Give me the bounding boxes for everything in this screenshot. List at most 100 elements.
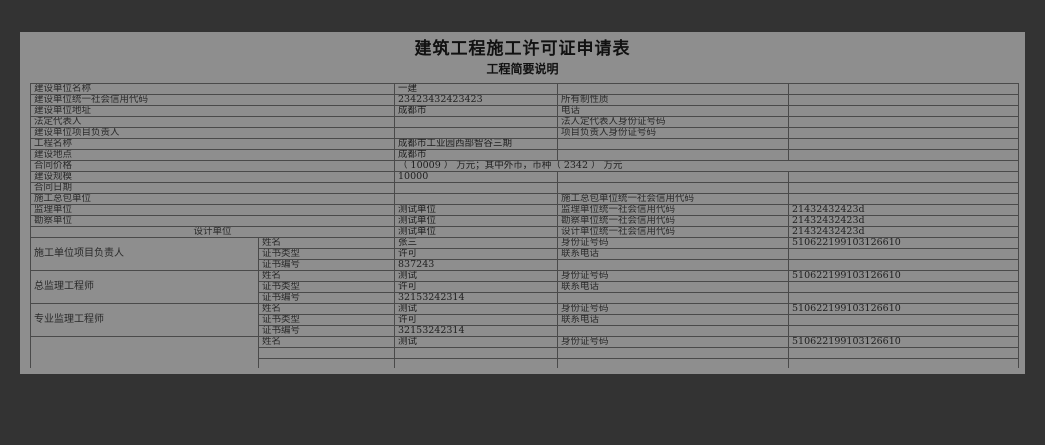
row-label: 建设地点	[29, 149, 396, 161]
form-row: 勘察单位 测试单位 勘察单位统一社会信用代码 21432432423d	[29, 215, 1020, 227]
person-row: 施工单位项目负责人 姓名 张三 身份证号码 510622199103126610	[30, 237, 1020, 271]
row-label-secondary: 法人定代表人身份证号码	[557, 116, 790, 128]
form-row: 法定代表人 法人定代表人身份证号码	[29, 116, 1020, 128]
row-label: 建设单位项目负责人	[29, 127, 396, 139]
row-label-secondary	[557, 138, 790, 150]
form-row: 建设规模 10000	[29, 171, 1020, 183]
row-value: 10000	[394, 171, 559, 183]
row-value: 成都市	[394, 105, 559, 117]
empty-cell	[788, 259, 1020, 271]
cert-type: 许可	[394, 248, 559, 260]
row-label: 勘察单位	[29, 215, 396, 227]
person-role: 专业监理工程师	[30, 303, 259, 337]
row-label: 建设规模	[29, 171, 396, 183]
form-title: 建筑工程施工许可证申请表	[414, 39, 631, 59]
id-label: 身份证号码	[557, 303, 790, 315]
cert-no-label: 证书编号	[257, 259, 396, 271]
empty-cell	[788, 292, 1020, 304]
form-row: 合同日期	[29, 182, 1020, 194]
empty-cell	[557, 325, 790, 337]
form-row: 施工总包单位 施工总包单位统一社会信用代码	[29, 193, 1020, 205]
id-label: 身份证号码	[557, 336, 790, 348]
cert-type: 许可	[394, 281, 559, 293]
row-value: 23423432423423	[394, 94, 559, 106]
name-label: 姓名	[257, 237, 396, 249]
row-label: 建设单位名称	[29, 83, 396, 95]
empty-cell	[557, 259, 790, 271]
cert-number: 32153242314	[394, 292, 559, 304]
form-row: 建设单位项目负责人 项目负责人身份证号码	[29, 127, 1020, 139]
row-label: 建设单位地址	[29, 105, 396, 117]
row-value-secondary	[788, 182, 1020, 194]
row-value-secondary	[788, 171, 1020, 183]
person-name: 张三	[394, 237, 559, 249]
empty-cell	[557, 292, 790, 304]
id-number: 510622199103126610	[788, 303, 1020, 315]
person-role	[30, 336, 259, 370]
row-label-secondary: 设计单位统一社会信用代码	[557, 226, 790, 238]
row-value: 测试单位	[394, 226, 559, 238]
row-value: 测试单位	[394, 204, 559, 216]
person-name: 测试	[394, 270, 559, 282]
row-label-secondary: 施工总包单位统一社会信用代码	[557, 193, 790, 205]
cert-no-label: 证书编号	[257, 292, 396, 304]
row-value	[394, 193, 559, 205]
person-name: 测试	[394, 303, 559, 315]
document-sheet: 建筑工程施工许可证申请表 工程简要说明 建设单位名称 一建 建设单位统一社会信用代码…	[20, 32, 1025, 374]
row-value	[394, 116, 559, 128]
person-role: 施工单位项目负责人	[30, 237, 259, 271]
cert-number: 32153242314	[394, 325, 559, 337]
row-value	[394, 127, 559, 139]
phone-label: 联系电话	[557, 314, 790, 326]
cert-type: 许可	[394, 314, 559, 326]
row-label: 监理单位	[29, 204, 396, 216]
row-value: 测试单位	[394, 215, 559, 227]
row-label-secondary: 勘察单位统一社会信用代码	[557, 215, 790, 227]
row-label-secondary: 监理单位统一社会信用代码	[557, 204, 790, 216]
person-row: 总监理工程师 姓名 测试 身份证号码 510622199103126610	[30, 270, 1020, 304]
application-form-table: 建设单位名称 一建 建设单位统一社会信用代码 23423432423423 所有制性质建…	[29, 83, 1020, 370]
row-value-secondary	[788, 127, 1020, 139]
name-label: 姓名	[257, 336, 396, 348]
form-row: 工程名称 成都市工业园西部智谷三期	[29, 138, 1020, 150]
row-label-secondary	[557, 149, 790, 161]
row-value-secondary	[788, 193, 1020, 205]
row-label: 合同日期	[29, 182, 396, 194]
person-role: 总监理工程师	[30, 270, 259, 304]
row-value-secondary	[788, 116, 1020, 128]
phone-label: 联系电话	[557, 248, 790, 260]
cert-no-label: 证书编号	[257, 325, 396, 337]
top-background	[0, 0, 1045, 32]
row-value: 成都市工业园西部智谷三期	[394, 138, 559, 150]
id-number: 510622199103126610	[788, 270, 1020, 282]
name-label: 姓名	[257, 270, 396, 282]
cert-type-label	[257, 347, 396, 359]
id-number: 510622199103126610	[788, 237, 1020, 249]
row-value-secondary	[788, 94, 1020, 106]
row-label: 工程名称	[29, 138, 396, 150]
row-value-secondary	[788, 138, 1020, 150]
bottom-background	[0, 374, 1045, 445]
person-name: 测试	[394, 336, 559, 348]
cert-type-label: 证书类型	[257, 281, 396, 293]
row-label-secondary: 项目负责人身份证号码	[557, 127, 790, 139]
cert-type-label: 证书类型	[257, 314, 396, 326]
id-label: 身份证号码	[557, 270, 790, 282]
phone-value	[788, 314, 1020, 326]
row-label: 合同价格	[29, 160, 396, 172]
form-row: 建设地点 成都市	[29, 149, 1020, 161]
row-value-secondary	[788, 105, 1020, 117]
row-label-secondary	[557, 171, 790, 183]
row-value	[394, 182, 559, 194]
row-value: 成都市	[394, 149, 559, 161]
phone-value	[788, 281, 1020, 293]
row-value-secondary	[788, 83, 1020, 95]
person-row: 专业监理工程师 姓名 测试 身份证号码 510622199103126610	[30, 303, 1020, 337]
name-label: 姓名	[257, 303, 396, 315]
form-row: 建设单位名称 一建	[29, 83, 1020, 95]
row-label: 设计单位	[29, 226, 396, 238]
person-row: 姓名 测试 身份证号码 510622199103126610	[30, 336, 1020, 370]
phone-label: 联系电话	[557, 281, 790, 293]
cert-number: 837243	[394, 259, 559, 271]
id-label: 身份证号码	[557, 237, 790, 249]
